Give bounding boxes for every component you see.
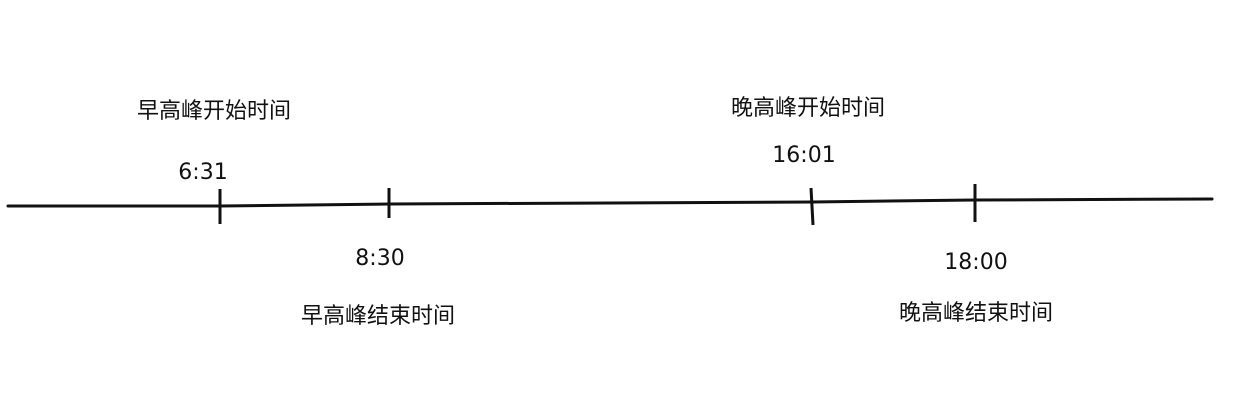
tick-evening-peak-start: [809, 187, 815, 226]
morning-peak-start-caption: 早高峰开始时间: [136, 99, 292, 124]
evening-peak-start-time: 16:01: [772, 143, 836, 168]
evening-peak-end-time: 18:00: [944, 250, 1008, 275]
timeline-axis: [6, 197, 1214, 208]
morning-peak-end-time: 8:30: [355, 246, 405, 271]
timeline-diagram: [6, 184, 1214, 226]
morning-peak-end-caption: 早高峰结束时间: [300, 304, 456, 329]
evening-peak-start-caption: 晚高峰开始时间: [730, 96, 886, 121]
evening-peak-end-caption: 晚高峰结束时间: [898, 301, 1054, 326]
morning-peak-start-time: 6:31: [178, 160, 228, 185]
